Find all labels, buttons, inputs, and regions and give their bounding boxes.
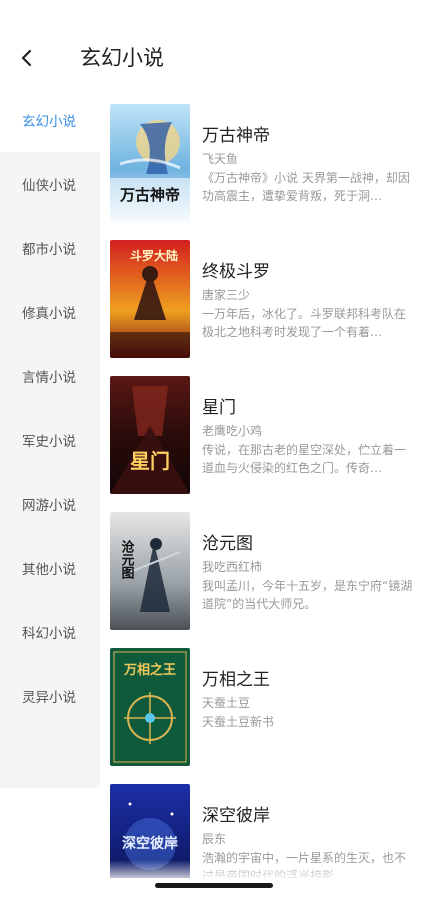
book-author: 天蚕土豆 <box>202 696 251 710</box>
book-cover: 斗罗大陆 <box>110 240 190 358</box>
cover-title: 斗罗大陆 <box>130 248 178 263</box>
book-author: 我吃西红柿 <box>202 560 263 574</box>
book-title: 万古神帝 <box>202 126 270 146</box>
book-title: 深空彼岸 <box>202 806 270 826</box>
sidebar-item-wangyou[interactable]: 网游小说 <box>0 472 100 536</box>
book-description: 我叫孟川，今年十五岁，是东宁府“镜湖道院”的当代大师兄。 <box>202 579 413 611</box>
cover-title: 星门 <box>130 449 170 473</box>
book-title: 终极斗罗 <box>202 262 270 282</box>
book-author: 飞天鱼 <box>202 152 239 166</box>
book-item[interactable]: 万相之王 万相之王 天蚕土豆 天蚕土豆新书 <box>100 632 427 768</box>
home-indicator[interactable] <box>155 883 273 888</box>
back-arrow-icon[interactable] <box>14 44 42 72</box>
page-title: 玄幻小说 <box>80 46 164 70</box>
book-title: 万相之王 <box>202 670 270 690</box>
sidebar-item-xiuzhen[interactable]: 修真小说 <box>0 280 100 344</box>
cover-title: 万古神帝 <box>119 186 180 204</box>
sidebar-item-junshi[interactable]: 军史小说 <box>0 408 100 472</box>
book-item[interactable]: 沧元图 沧元图 我吃西红柿 我叫孟川，今年十五岁，是东宁府“镜湖道院”的当代大师… <box>100 496 427 632</box>
book-cover: 沧元图 <box>110 512 190 630</box>
book-item[interactable]: 星门 星门 老鹰吃小鸡 传说，在那古老的星空深处，伫立着一道血与火侵染的红色之门… <box>100 360 427 496</box>
sidebar-item-xianxia[interactable]: 仙侠小说 <box>0 152 100 216</box>
sidebar-item-qita[interactable]: 其他小说 <box>0 536 100 600</box>
cover-title: 深空彼岸 <box>122 835 178 852</box>
book-title: 沧元图 <box>202 534 253 554</box>
sidebar-item-dushi[interactable]: 都市小说 <box>0 216 100 280</box>
book-author: 唐家三少 <box>202 288 251 302</box>
sidebar-item-kehuan[interactable]: 科幻小说 <box>0 600 100 664</box>
book-cover: 万相之王 <box>110 648 190 766</box>
book-author: 辰东 <box>202 832 227 846</box>
cover-title: 万相之王 <box>123 662 176 678</box>
sidebar-item-lingyi[interactable]: 灵异小说 <box>0 664 100 728</box>
book-description: 一万年后，冰化了。斗罗联邦科考队在极北之地科考时发现了一个有着… <box>202 307 407 339</box>
bottom-fade <box>100 860 427 900</box>
cover-title: 沧元图 <box>119 539 135 580</box>
book-description: 天蚕土豆新书 <box>202 715 275 729</box>
book-list: 万古神帝 万古神帝 飞天鱼 《万古神帝》小说 天界第一战神，却因功高震主，遭挚爱… <box>100 88 427 878</box>
book-cover: 万古神帝 <box>110 104 190 222</box>
book-item[interactable]: 斗罗大陆 终极斗罗 唐家三少 一万年后，冰化了。斗罗联邦科考队在极北之地科考时发… <box>100 224 427 360</box>
book-author: 老鹰吃小鸡 <box>202 424 263 438</box>
book-title: 星门 <box>202 398 236 418</box>
book-cover: 星门 <box>110 376 190 494</box>
sidebar-item-xuanhuan[interactable]: 玄幻小说 <box>0 88 100 152</box>
book-item[interactable]: 万古神帝 万古神帝 飞天鱼 《万古神帝》小说 天界第一战神，却因功高震主，遭挚爱… <box>100 88 427 224</box>
sidebar-item-yanqing[interactable]: 言情小说 <box>0 344 100 408</box>
book-description: 《万古神帝》小说 天界第一战神，却因功高震主，遭挚爱背叛，死于洞… <box>202 171 410 203</box>
book-description: 传说，在那古老的星空深处，伫立着一道血与火侵染的红色之门。传奇… <box>202 443 407 475</box>
category-sidebar: 玄幻小说 仙侠小说 都市小说 修真小说 言情小说 军史小说 网游小说 其他小说 … <box>0 88 100 788</box>
